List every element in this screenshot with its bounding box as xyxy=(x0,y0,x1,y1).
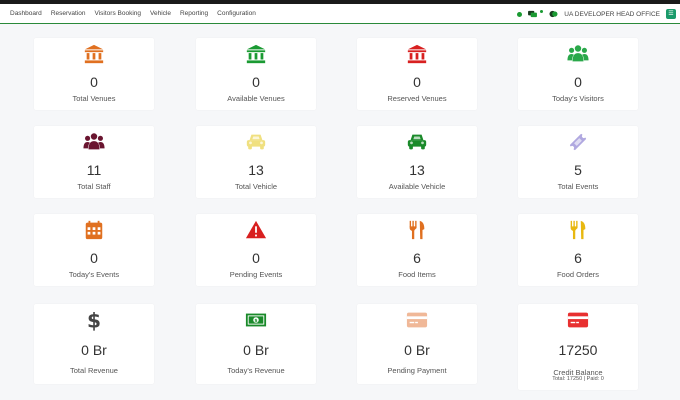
stat-label: Food Items xyxy=(398,270,436,279)
stat-card-today-s-visitors[interactable]: 0 Today's Visitors xyxy=(518,38,638,110)
dollar-icon: $ xyxy=(83,309,105,331)
stat-label: Total Venues xyxy=(72,94,116,103)
stat-value: 0 xyxy=(90,250,98,266)
money-icon: $ xyxy=(245,309,267,331)
ticket-icon xyxy=(567,131,589,153)
stat-card-pending-events[interactable]: 0 Pending Events xyxy=(196,214,316,286)
stat-value: 0 xyxy=(252,74,260,90)
svg-text:$: $ xyxy=(87,309,101,331)
status-dot-small xyxy=(540,9,544,13)
menu-button[interactable]: ☰ xyxy=(666,9,676,19)
stat-value: 0 xyxy=(90,74,98,90)
stat-label: Pending Payment xyxy=(387,366,447,375)
nav-links: Dashboard Reservation Visitors Booking V… xyxy=(10,10,265,17)
bank-icon xyxy=(83,43,105,65)
svg-text:$: $ xyxy=(254,318,257,324)
stat-label: Today's Events xyxy=(68,270,120,279)
stat-value: 0 xyxy=(413,74,421,90)
stat-label: Total Revenue xyxy=(70,366,118,375)
bank-icon xyxy=(406,43,428,65)
stat-label: Total Vehicle xyxy=(234,182,278,191)
stat-card-total-events[interactable]: 5 Total Events xyxy=(518,126,638,198)
credit-card-icon xyxy=(567,309,589,331)
stat-value: 6 xyxy=(413,250,421,266)
stat-card-credit-balance[interactable]: 17250 Credit Balance Total: 17250 | Paid: … xyxy=(518,304,638,390)
stat-value: 13 xyxy=(409,162,425,178)
nav-visitors-booking[interactable]: Visitors Booking xyxy=(95,10,142,17)
stat-value: 0 Br xyxy=(243,342,269,358)
stat-value: 11 xyxy=(86,162,102,178)
stat-label: Total Staff xyxy=(77,182,111,191)
stat-value: 5 xyxy=(574,162,582,178)
status-dot xyxy=(517,11,523,17)
stat-label: Total Events xyxy=(557,182,599,191)
calendar-icon xyxy=(83,219,105,241)
cutlery-icon xyxy=(406,219,428,241)
warning-icon xyxy=(245,219,267,241)
messages-icon[interactable] xyxy=(549,10,558,18)
stat-subtext: Total: 17250 | Paid: 0 xyxy=(552,376,604,382)
stat-value: 0 xyxy=(574,74,582,90)
cutlery-icon xyxy=(567,219,589,241)
stat-card-pending-payment[interactable]: 0 Br Pending Payment xyxy=(357,304,477,384)
nav-reservation[interactable]: Reservation xyxy=(51,10,86,17)
car-icon xyxy=(245,131,267,153)
stat-card-food-orders[interactable]: 6 Food Orders xyxy=(518,214,638,286)
stat-value: 0 xyxy=(252,250,260,266)
stat-card-food-items[interactable]: 6 Food Items xyxy=(357,214,477,286)
chat-icon[interactable] xyxy=(528,10,538,18)
nav-vehicle[interactable]: Vehicle xyxy=(150,10,171,17)
stat-card-today-s-events[interactable]: 0 Today's Events xyxy=(34,214,154,286)
user-name[interactable]: UA DEVELOPER HEAD OFFICE xyxy=(564,11,660,18)
stat-label: Available Venues xyxy=(227,94,285,103)
stat-value: 13 xyxy=(248,162,264,178)
stat-value: 0 Br xyxy=(404,342,430,358)
stat-card-available-venues[interactable]: 0 Available Venues xyxy=(196,38,316,110)
stat-card-total-revenue[interactable]: $0 Br Total Revenue xyxy=(34,304,154,384)
stat-label: Pending Events xyxy=(229,270,283,279)
stat-label: Available Vehicle xyxy=(388,182,446,191)
stat-card-total-staff[interactable]: 11 Total Staff xyxy=(34,126,154,198)
car-icon xyxy=(406,131,428,153)
stat-card-reserved-venues[interactable]: 0 Reserved Venues xyxy=(357,38,477,110)
navbar: Dashboard Reservation Visitors Booking V… xyxy=(0,4,680,24)
nav-dashboard[interactable]: Dashboard xyxy=(10,10,42,17)
users-icon xyxy=(83,131,105,153)
stat-card-today-s-revenue[interactable]: $0 Br Today's Revenue xyxy=(196,304,316,384)
stat-label: Reserved Venues xyxy=(387,94,447,103)
stat-value: 6 xyxy=(574,250,582,266)
users-icon xyxy=(567,43,589,65)
stat-value: 17250 xyxy=(558,342,598,358)
stat-card-available-vehicle[interactable]: 13 Available Vehicle xyxy=(357,126,477,198)
nav-right: UA DEVELOPER HEAD OFFICE ☰ xyxy=(517,9,676,19)
stat-card-total-vehicle[interactable]: 13 Total Vehicle xyxy=(196,126,316,198)
nav-configuration[interactable]: Configuration xyxy=(217,10,256,17)
stat-card-total-venues[interactable]: 0 Total Venues xyxy=(34,38,154,110)
nav-reporting[interactable]: Reporting xyxy=(180,10,208,17)
credit-card-icon xyxy=(406,309,428,331)
stat-value: 0 Br xyxy=(81,342,107,358)
stat-label: Today's Visitors xyxy=(552,94,604,103)
stat-label: Food Orders xyxy=(556,270,600,279)
bank-icon xyxy=(245,43,267,65)
stat-label: Today's Revenue xyxy=(227,366,285,375)
